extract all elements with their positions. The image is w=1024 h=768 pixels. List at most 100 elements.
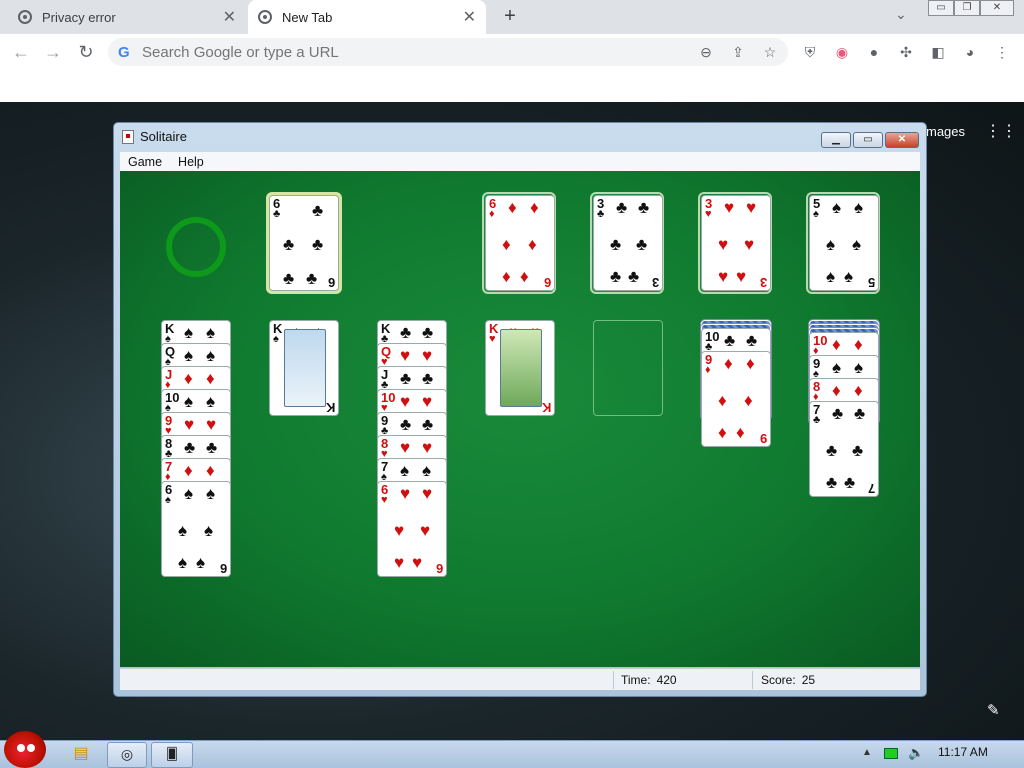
card[interactable]: 5 ♠ ♠ ♠ ♠ ♠ ♠ ♠ 5 — [809, 195, 879, 291]
card-pip: ♣ — [852, 441, 864, 460]
solitaire-taskbar-button[interactable]: 🂠 — [151, 742, 193, 768]
card-rank-bottom: 6 — [543, 275, 551, 290]
extension-leaf-icon[interactable]: ● — [864, 42, 884, 62]
menu-help[interactable]: Help — [170, 155, 212, 169]
battery-icon[interactable] — [884, 748, 898, 759]
tab-search-icon[interactable]: ⌄ — [895, 6, 907, 23]
card-pip: ♣ — [184, 438, 196, 457]
card-rank-bottom: 9 — [759, 431, 767, 446]
side-panel-icon[interactable]: ◧ — [928, 42, 948, 62]
card-pip: ♥ — [412, 553, 423, 572]
card-pip: ♣ — [422, 369, 434, 388]
card-rank-bottom: 3 — [759, 275, 767, 290]
bookmark-star-icon[interactable]: ☆ — [760, 42, 780, 62]
score-value: 25 — [801, 673, 816, 687]
close-tab-icon[interactable]: ✕ — [463, 7, 476, 27]
card-pip: ♣ — [844, 473, 856, 492]
card-pip: ♠ — [204, 521, 214, 540]
card-pip: ♣ — [638, 198, 650, 217]
card[interactable]: 3 ♣ ♣ ♣ ♣ ♣ ♣ ♣ 3 — [593, 195, 663, 291]
card[interactable]: 6 ♦ ♦ ♦ ♦ ♦ ♦ ♦ 6 — [485, 195, 555, 291]
customize-pencil-icon[interactable]: ✎ — [987, 701, 1000, 719]
card-suit: ♦ — [705, 364, 711, 376]
waste-card[interactable]: 6 ♣ ♣ ♣ ♣ ♣ ♣ 6 — [269, 195, 339, 291]
card-suit: ♠ — [273, 333, 279, 345]
card-pip: ♠ — [206, 346, 216, 365]
card-suit: ♥ — [489, 333, 496, 345]
card-pip: ♦ — [746, 354, 755, 373]
minimize-button[interactable]: ▭ — [928, 0, 954, 16]
tab-new-tab[interactable]: New Tab ✕ — [248, 0, 486, 34]
card[interactable]: 6 ♥ ♥ ♥ ♥ ♥ ♥ ♥ 6 — [377, 481, 447, 577]
show-hidden-icons[interactable]: ▲ — [862, 747, 872, 758]
chrome-icon: ◎ — [120, 746, 134, 762]
reload-icon[interactable]: ↻ — [75, 42, 97, 63]
chrome-taskbar-button[interactable]: ◎ — [107, 742, 147, 768]
forward-icon[interactable]: → — [42, 42, 64, 63]
card-pip: ♦ — [508, 198, 517, 217]
start-button[interactable] — [4, 731, 46, 768]
tab-title: New Tab — [282, 9, 333, 25]
extensions-puzzle-icon[interactable]: ✣ — [896, 42, 916, 62]
card-pip: ♦ — [724, 354, 733, 373]
card[interactable]: K♠♠♠K — [269, 320, 339, 416]
card-pip: ♥ — [718, 235, 729, 254]
card-pip: ♠ — [206, 484, 216, 503]
card-pip: ♦ — [854, 381, 863, 400]
apps-grid-icon[interactable]: ⋮⋮⋮ — [985, 124, 1024, 140]
close-window-button[interactable]: ✕ — [980, 0, 1014, 16]
restore-button[interactable]: ❐ — [954, 0, 980, 16]
images-link[interactable]: mages — [926, 124, 965, 139]
menu-game[interactable]: Game — [120, 155, 170, 169]
card-pip: ♥ — [400, 346, 411, 365]
score-display: Score: 25 — [761, 673, 815, 687]
time-display: Time: 420 — [621, 673, 677, 687]
card[interactable]: 7 ♣ ♣ ♣ ♣ ♣ ♣ ♣ 7 — [809, 401, 879, 497]
card[interactable]: 9 ♦ ♦ ♦ ♦ ♦ ♦ ♦ 9 — [701, 351, 771, 447]
volume-icon[interactable]: 🔈 — [908, 745, 924, 761]
empty-tableau-slot[interactable] — [593, 320, 663, 416]
tab-privacy-error[interactable]: Privacy error ✕ — [8, 0, 246, 34]
card-pip: ♦ — [530, 198, 539, 217]
share-icon[interactable]: ⇪ — [728, 42, 748, 62]
card-pip: ♥ — [744, 235, 755, 254]
file-explorer-icon[interactable]: ▤ — [64, 742, 98, 768]
back-icon[interactable]: ← — [10, 42, 32, 63]
card-suit: ♣ — [597, 208, 605, 220]
card-pip: ♣ — [306, 269, 318, 288]
close-tab-icon[interactable]: ✕ — [223, 7, 236, 27]
ublock-icon[interactable]: ⛨ — [800, 42, 820, 62]
card-rank-bottom: 6 — [219, 561, 227, 576]
card-pip: ♠ — [854, 198, 864, 217]
card-suit: ♥ — [381, 494, 388, 506]
card-pip: ♥ — [736, 267, 747, 286]
card-pip: ♦ — [832, 335, 841, 354]
close-button[interactable]: ✕ — [885, 132, 919, 148]
card-rank-bottom: K — [541, 400, 551, 415]
profile-avatar-icon[interactable]: ◕ — [960, 42, 980, 62]
card-pip: ♥ — [184, 415, 195, 434]
card-pip: ♣ — [616, 198, 628, 217]
omnibox-input[interactable] — [142, 43, 682, 61]
card-suit: ♣ — [813, 414, 821, 426]
card-pip: ♦ — [206, 369, 215, 388]
omnibox[interactable]: G — [108, 38, 788, 66]
stock-recycle-icon[interactable] — [166, 217, 226, 277]
card[interactable]: K♥♥♥K — [485, 320, 555, 416]
maximize-button[interactable]: ▭ — [853, 132, 883, 148]
extension-flag-icon[interactable]: ◉ — [832, 42, 852, 62]
system-clock[interactable]: 11:17 AM — [938, 745, 988, 759]
card-pip: ♥ — [400, 392, 411, 411]
card-pip: ♠ — [196, 553, 206, 572]
card[interactable]: 3 ♥ ♥ ♥ ♥ ♥ ♥ ♥ 3 — [701, 195, 771, 291]
minimize-button[interactable]: ▁ — [821, 132, 851, 148]
menu-kebab-icon[interactable]: ⋮ — [992, 42, 1012, 62]
card-pip: ♣ — [422, 415, 434, 434]
card-pip: ♦ — [184, 369, 193, 388]
card-pip: ♣ — [312, 201, 324, 220]
zoom-icon[interactable]: ⊖ — [696, 42, 716, 62]
globe-icon — [18, 10, 32, 24]
card-pip: ♣ — [610, 235, 622, 254]
new-tab-button[interactable]: + — [498, 4, 522, 28]
card[interactable]: 6 ♠ ♠ ♠ ♠ ♠ ♠ ♠ 6 — [161, 481, 231, 577]
